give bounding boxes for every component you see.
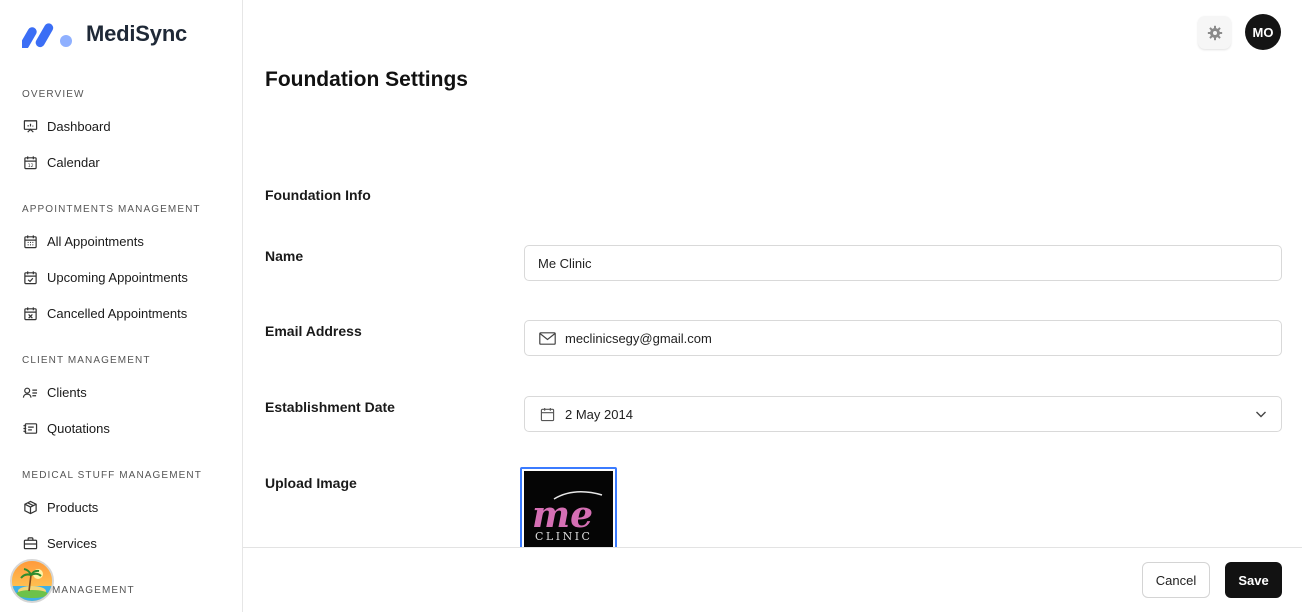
beach-island-icon bbox=[12, 561, 52, 601]
cancel-button[interactable]: Cancel bbox=[1142, 562, 1210, 598]
section-title-overview: OVERVIEW bbox=[22, 89, 85, 100]
sidebar-item-label: Clients bbox=[47, 384, 87, 400]
email-input[interactable]: meclinicsegy@gmail.com bbox=[524, 320, 1282, 356]
sidebar-item-upcoming-appointments[interactable]: Upcoming Appointments bbox=[22, 266, 188, 288]
clinic-logo-image: me CLINIC bbox=[524, 471, 613, 553]
box-icon bbox=[22, 499, 38, 515]
calendar-icon bbox=[538, 405, 556, 423]
sidebar-item-label: All Appointments bbox=[47, 233, 144, 249]
sidebar-item-label: Quotations bbox=[47, 420, 110, 436]
svg-text:12: 12 bbox=[27, 162, 33, 168]
establishment-date-label: Establishment Date bbox=[265, 399, 395, 415]
user-list-icon bbox=[22, 384, 38, 400]
user-avatar[interactable]: MO bbox=[1245, 14, 1281, 50]
sidebar-item-label: Products bbox=[47, 499, 99, 515]
establishment-date-value: 2 May 2014 bbox=[565, 406, 633, 422]
sidebar-item-services[interactable]: Services bbox=[22, 532, 97, 554]
upload-image-dropzone[interactable]: me CLINIC bbox=[520, 467, 617, 557]
sidebar-item-label: Upcoming Appointments bbox=[47, 269, 188, 285]
sidebar-item-calendar[interactable]: 12 Calendar bbox=[22, 151, 100, 173]
page-title: Foundation Settings bbox=[265, 68, 468, 91]
brand[interactable]: MediSync bbox=[22, 20, 187, 48]
section-title-management: MANAGEMENT bbox=[52, 585, 135, 596]
chevron-down-icon bbox=[1256, 411, 1266, 418]
sidebar-item-products[interactable]: Products bbox=[22, 496, 98, 518]
receipt-icon bbox=[22, 420, 38, 436]
calendar-check-icon bbox=[22, 269, 38, 285]
name-label: Name bbox=[265, 248, 304, 264]
establishment-date-picker[interactable]: 2 May 2014 bbox=[524, 396, 1282, 432]
foundation-info-heading: Foundation Info bbox=[265, 187, 371, 203]
mail-icon bbox=[538, 329, 556, 347]
upload-image-label: Upload Image bbox=[265, 475, 357, 491]
me-clinic-logo: me CLINIC bbox=[524, 471, 613, 553]
calendar-icon: 12 bbox=[22, 154, 38, 170]
save-button[interactable]: Save bbox=[1225, 562, 1282, 598]
medisync-logo-icon bbox=[22, 23, 72, 48]
brand-name: MediSync bbox=[86, 21, 188, 46]
section-title-medical-stuff: MEDICAL STUFF MANAGEMENT bbox=[22, 470, 202, 481]
briefcase-icon bbox=[22, 535, 38, 551]
svg-text:CLINIC: CLINIC bbox=[535, 530, 592, 543]
sidebar-item-all-appointments[interactable]: All Appointments bbox=[22, 230, 144, 252]
sidebar-item-label: Services bbox=[47, 535, 97, 551]
sidebar-item-label: Calendar bbox=[47, 154, 100, 170]
sidebar-item-cancelled-appointments[interactable]: Cancelled Appointments bbox=[22, 302, 187, 324]
sidebar: MediSync OVERVIEW Dashboard 12 Calendar … bbox=[0, 0, 243, 612]
calendar-grid-icon bbox=[22, 233, 38, 249]
sidebar-item-label: Cancelled Appointments bbox=[47, 305, 188, 321]
floating-beach-badge[interactable] bbox=[10, 559, 54, 603]
settings-button[interactable] bbox=[1198, 16, 1231, 49]
section-title-appointments: APPOINTMENTS MANAGEMENT bbox=[22, 204, 201, 215]
sidebar-item-label: Dashboard bbox=[47, 118, 111, 134]
email-value: meclinicsegy@gmail.com bbox=[565, 330, 712, 346]
sidebar-item-dashboard[interactable]: Dashboard bbox=[22, 115, 111, 137]
section-title-clients: CLIENT MANAGEMENT bbox=[22, 355, 151, 366]
email-label: Email Address bbox=[265, 323, 362, 339]
sidebar-item-quotations[interactable]: Quotations bbox=[22, 417, 110, 439]
gear-icon bbox=[1207, 25, 1222, 40]
calendar-x-icon bbox=[22, 305, 38, 321]
presentation-chart-icon bbox=[22, 118, 38, 134]
sidebar-item-clients[interactable]: Clients bbox=[22, 381, 87, 403]
name-input[interactable]: Me Clinic bbox=[524, 245, 1282, 281]
name-value: Me Clinic bbox=[538, 255, 592, 271]
